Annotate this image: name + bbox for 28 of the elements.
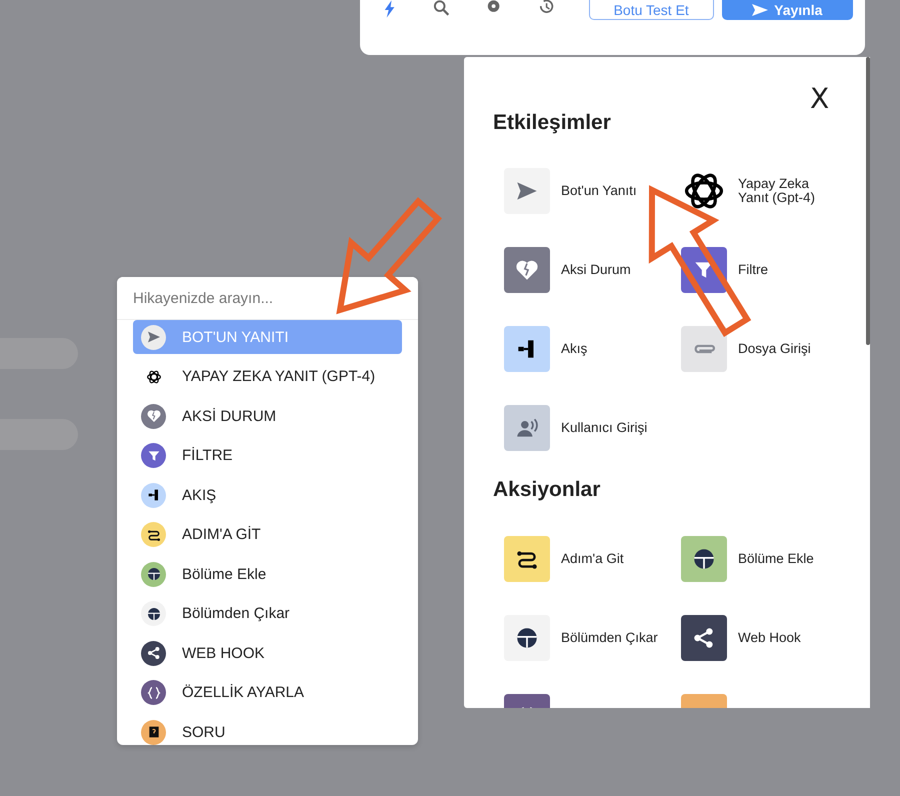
menu-item[interactable]: WEB HOOK: [133, 636, 402, 670]
close-button[interactable]: X: [810, 85, 830, 113]
menu-item[interactable]: Bölümden Çıkar: [133, 596, 402, 630]
section-heading: Aksiyonlar: [493, 477, 600, 503]
section-heading: Etkileşimler: [493, 110, 611, 136]
block-item[interactable]: Kullanıcı Girişi: [504, 405, 681, 451]
scrollbar[interactable]: [866, 57, 870, 345]
menu-item[interactable]: Bölüme Ekle: [133, 557, 402, 591]
menu-item[interactable]: AKSİ DURUM: [133, 399, 402, 433]
menu-item[interactable]: ADIM'A GİT: [133, 518, 402, 552]
block-item[interactable]: Adım'a Git: [504, 536, 681, 582]
menu-item[interactable]: ÖZELLİK AYARLA: [133, 676, 402, 710]
menu-item[interactable]: FİLTRE: [133, 438, 402, 472]
menu-item[interactable]: YAPAY ZEKA YANIT (GPT-4): [133, 360, 402, 394]
block-item[interactable]: Filtre: [681, 247, 858, 293]
block-item[interactable]: Dosya Girişi: [681, 326, 858, 372]
block-item[interactable]: Bölüme Ekle: [681, 536, 858, 582]
search-field[interactable]: Hikayenizde arayın...: [117, 277, 418, 320]
search-icon[interactable]: [432, 0, 452, 18]
menu-item[interactable]: AKIŞ: [133, 478, 402, 512]
block-item[interactable]: Web Hook: [681, 615, 858, 661]
send-icon: [752, 4, 768, 16]
block-item[interactable]: Bölümden Çıkar: [504, 615, 681, 661]
block-item[interactable]: Bot'un Yanıtı: [504, 168, 681, 214]
block-item[interactable]: Yapay Zeka Yanıt (Gpt-4): [681, 168, 858, 214]
block-item[interactable]: Akış: [504, 326, 681, 372]
menu-item[interactable]: SORU: [133, 715, 402, 745]
block-item[interactable]: Aksi Durum: [504, 247, 681, 293]
